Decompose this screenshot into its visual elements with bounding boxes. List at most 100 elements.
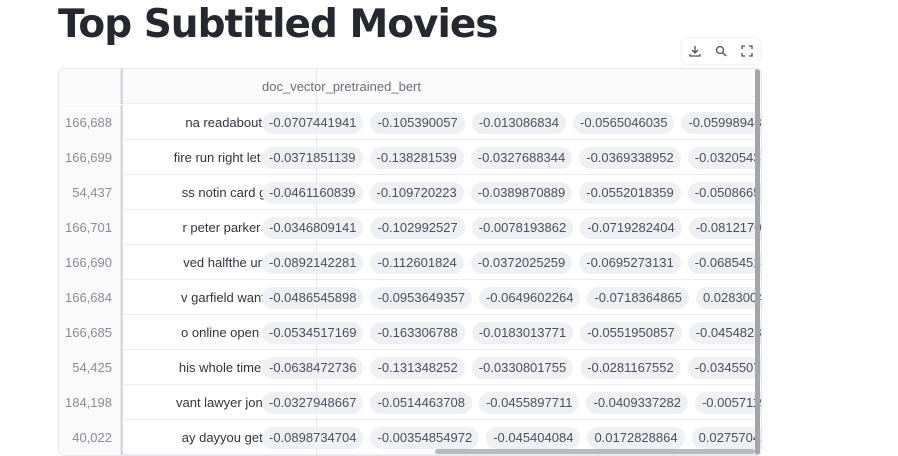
- table-row[interactable]: 166,685 o online open subtitlesf -0.053451…: [59, 315, 761, 350]
- download-icon[interactable]: [685, 41, 705, 61]
- vector-value-chip: -0.0552018359: [579, 181, 681, 204]
- vector-value-chip: -0.0372025259: [470, 251, 573, 274]
- vector-value-chip: -0.0695273131: [579, 251, 681, 274]
- vector-value-chip: -0.0718364865: [587, 286, 689, 309]
- row-index: 184,198: [59, 385, 121, 420]
- data-table[interactable]: doc_vector_pretrained_bert 166,688 na rea…: [58, 68, 762, 456]
- vector-value-chip: -0.0345507593: [687, 356, 761, 379]
- vector-value-chip: -0.0183013771: [471, 321, 574, 344]
- vector-value-chip: -0.0486545898: [262, 286, 364, 309]
- search-icon[interactable]: [711, 41, 731, 61]
- vector-cell[interactable]: -0.0534517169 -0.163306788 -0.0183013771 -0…: [255, 315, 761, 350]
- table-row[interactable]: 166,688 na readabout inspiring -0.07074419…: [59, 105, 761, 140]
- index-column-header[interactable]: [59, 69, 121, 104]
- row-index: 166,685: [59, 315, 121, 350]
- row-index: 166,688: [59, 105, 121, 140]
- table-row[interactable]: 166,684 v garfield wanted take i -0.048654…: [59, 280, 761, 315]
- vector-value-chip: -0.105390057: [370, 111, 465, 134]
- vector-value-chip: -0.0461160839: [262, 181, 363, 204]
- table-row[interactable]: 166,701 r peter parker compute -0.03468091…: [59, 210, 761, 245]
- column-pin-divider: [121, 69, 123, 104]
- column-pin-divider: [121, 245, 123, 280]
- row-index: 54,425: [59, 350, 121, 385]
- vector-value-chip: 0.0283004125: [695, 286, 761, 309]
- vector-value-chip: -0.0389870889: [470, 181, 573, 204]
- horizontal-scrollbar[interactable]: [435, 449, 755, 454]
- vector-value-chip: -0.0281167552: [580, 356, 681, 379]
- vector-cell[interactable]: -0.0638472736 -0.131348252 -0.0330801755 -0…: [255, 350, 761, 385]
- vector-value-chip: -0.0346809141: [262, 216, 364, 239]
- row-index: 166,690: [59, 245, 121, 280]
- column-pin-divider: [121, 385, 123, 420]
- vector-value-chip: -0.0369338952: [579, 146, 681, 169]
- fullscreen-icon[interactable]: [737, 41, 757, 61]
- vector-cell[interactable]: -0.0371851139 -0.138281539 -0.0327688344 -0…: [255, 140, 761, 175]
- vector-cell[interactable]: -0.0346809141 -0.102992527 -0.0078193862 -0…: [255, 210, 761, 245]
- vector-value-chip: -0.0330801755: [471, 356, 574, 379]
- vector-value-chip: -0.0551950857: [580, 321, 682, 344]
- vector-value-chip: -0.0455897711: [478, 391, 580, 414]
- vector-value-chip: -0.0719282404: [580, 216, 682, 239]
- vector-value-chip: -0.0953649357: [370, 286, 472, 309]
- vector-value-chip: -0.138281539: [369, 146, 464, 169]
- column-pin-divider: [121, 315, 123, 350]
- column-pin-divider: [121, 420, 123, 455]
- vector-cell[interactable]: -0.0892142281 -0.112601824 -0.0372025259 -0…: [255, 245, 761, 280]
- vector-value-chip: -0.0649602264: [478, 286, 581, 309]
- vector-value-chip: -0.00354854972: [370, 426, 480, 449]
- vector-value-chip: -0.0371851139: [262, 146, 363, 169]
- vector-value-chip: -0.0057119582: [694, 391, 761, 414]
- vector-value-chip: -0.102992527: [370, 216, 465, 239]
- table-toolbar: [682, 38, 760, 64]
- vector-cell[interactable]: -0.0486545898 -0.0953649357 -0.0649602264-…: [255, 280, 761, 315]
- column-pin-divider: [121, 175, 123, 210]
- vector-value-chip: -0.0514463708: [370, 391, 472, 414]
- vector-value-chip: -0.0534517169: [262, 321, 364, 344]
- vector-value-chip: -0.131348252: [370, 356, 465, 379]
- vector-value-chip: -0.109720223: [369, 181, 464, 204]
- vector-value-chip: -0.0685451475: [687, 251, 761, 274]
- table-row[interactable]: 54,437 ss notin card guy like u -0.0461160…: [59, 175, 761, 210]
- vector-value-chip: -0.112601824: [370, 251, 464, 274]
- vector-column-header[interactable]: doc_vector_pretrained_bert: [255, 69, 761, 104]
- column-pin-divider: [121, 280, 123, 315]
- table-header-row: doc_vector_pretrained_bert: [59, 69, 761, 104]
- vector-value-chip: 0.0172828864: [587, 426, 685, 449]
- vector-value-chip: -0.013086834: [471, 111, 566, 134]
- vector-value-chip: -0.045404084: [486, 426, 581, 449]
- vector-value-chip: -0.0320543469: [687, 146, 761, 169]
- row-index: 40,022: [59, 420, 121, 455]
- vector-value-chip: -0.0599894859: [681, 111, 761, 134]
- vector-value-chip: -0.0707441941: [262, 111, 364, 134]
- vector-value-chip: -0.0327688344: [470, 146, 573, 169]
- vector-value-chip: -0.0812170201: [688, 216, 761, 239]
- vector-value-chip: -0.0409337282: [586, 391, 688, 414]
- page-title: Top Subtitled Movies: [58, 2, 499, 47]
- vector-value-chip: -0.163306788: [370, 321, 465, 344]
- vector-value-chip: -0.0892142281: [262, 251, 364, 274]
- vertical-scrollbar[interactable]: [755, 69, 760, 455]
- column-pin-divider: [121, 350, 123, 385]
- vector-cell[interactable]: -0.0327948667 -0.0514463708 -0.0455897711-…: [255, 385, 761, 420]
- row-index: 166,684: [59, 280, 121, 315]
- table-row[interactable]: 54,425 his whole time hi happy -0.06384727…: [59, 350, 761, 385]
- row-index: 166,699: [59, 140, 121, 175]
- table-row[interactable]: 166,690 ved halfthe universe to -0.0892142…: [59, 245, 761, 280]
- row-index: 54,437: [59, 175, 121, 210]
- vector-value-chip: -0.0454828257: [688, 321, 761, 344]
- table-row[interactable]: 184,198 vant lawyer jones watso -0.0327948…: [59, 385, 761, 420]
- vector-value-chip: -0.0638472736: [262, 356, 364, 379]
- column-pin-divider: [121, 210, 123, 245]
- vector-value-chip: -0.0565046035: [572, 111, 675, 134]
- column-pin-divider: [121, 140, 123, 175]
- column-pin-divider: [121, 105, 123, 140]
- vector-value-chip: -0.0508665039: [687, 181, 761, 204]
- vector-value-chip: -0.0327948667: [262, 391, 364, 414]
- table-row[interactable]: 166,699 fire run right let go let go -0.03…: [59, 140, 761, 175]
- vector-value-chip: -0.0078193862: [471, 216, 574, 239]
- vector-value-chip: 0.0275704221: [691, 426, 761, 449]
- vector-cell[interactable]: -0.0461160839 -0.109720223 -0.0389870889 -0…: [255, 175, 761, 210]
- vector-cell[interactable]: -0.0707441941 -0.105390057 -0.013086834 -0.…: [255, 105, 761, 140]
- row-index: 166,701: [59, 210, 121, 245]
- vector-value-chip: -0.0898734704: [262, 426, 364, 449]
